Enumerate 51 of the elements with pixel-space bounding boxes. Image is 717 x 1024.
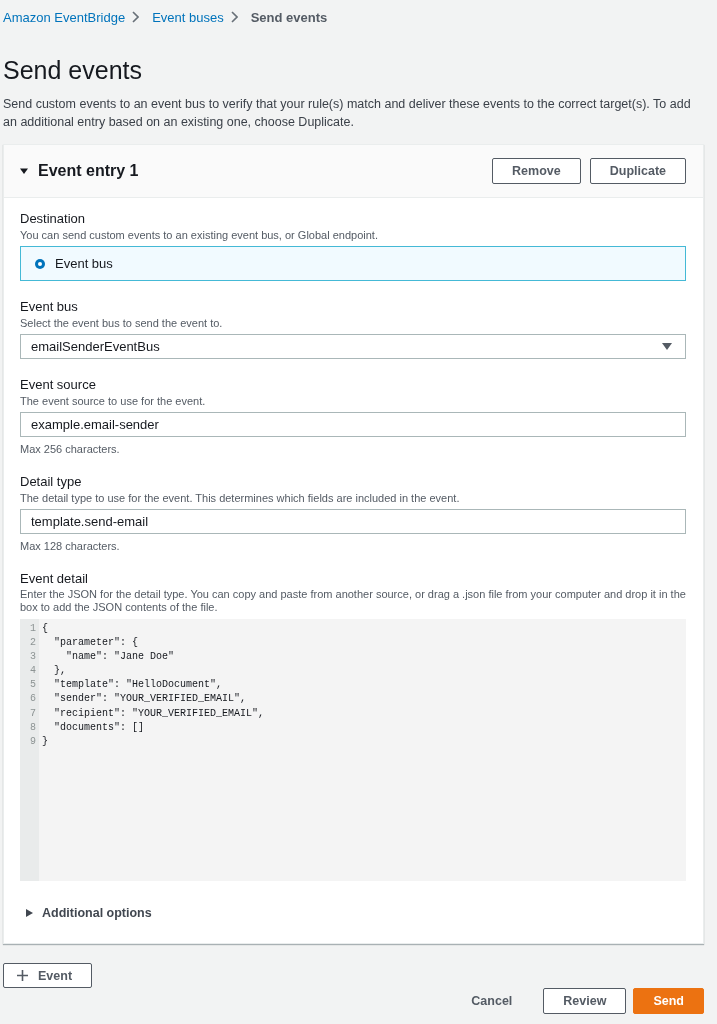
select-field[interactable]: emailSenderEventBus	[20, 334, 686, 359]
field-description: Enter the JSON for the detail type. You can copy and paste from another source, or drag a .json file from your computer and drop it in the box to add the JSON contents of the file.	[20, 588, 686, 614]
action-button[interactable]: Remove	[492, 158, 581, 184]
code-line: "sender": "YOUR_VERIFIED_EMAIL",	[53, 692, 247, 707]
expand-toggle[interactable]: Additional options	[20, 903, 152, 923]
line-number: 5	[30, 678, 36, 693]
field-label: Event detail	[20, 571, 89, 587]
field-description: The event source to use for the event.	[20, 394, 207, 408]
page-title: Send events	[3, 55, 143, 86]
add-event-button[interactable]: Event	[3, 963, 93, 988]
text-field[interactable]: template.send-email	[20, 509, 686, 534]
action-button[interactable]: Duplicate	[589, 158, 686, 184]
expand-toggle[interactable]: Event entry 1	[20, 162, 139, 180]
code-line: "recipient": "YOUR_VERIFIED_EMAIL",	[53, 706, 265, 721]
line-number: 8	[30, 720, 36, 735]
code-line: "name": "Jane Doe"	[65, 650, 175, 665]
field-constraint: Max 256 characters.	[20, 442, 121, 456]
breadcrumb-link[interactable]: Event buses	[152, 9, 224, 25]
chevron-right-icon	[230, 11, 238, 23]
breadcrumb-link[interactable]: Amazon EventBridge	[3, 9, 126, 25]
field-description: The detail type to use for the event. This determines which fields are included in the event.	[20, 491, 461, 505]
field-constraint: Max 128 characters.	[20, 539, 121, 553]
line-number: 7	[30, 706, 36, 721]
code-line: "template": "HelloDocument",	[53, 678, 223, 693]
field-description: You can send custom events to an existing event bus, or Global endpoint.	[20, 228, 379, 242]
line-number: 6	[30, 692, 36, 707]
field-label: Detail type	[20, 474, 83, 490]
field-label: Destination	[20, 211, 87, 227]
code-line: }	[42, 734, 48, 749]
code-line: "documents": []	[53, 720, 145, 735]
text-button[interactable]: Cancel	[455, 988, 529, 1014]
code-line: },	[53, 664, 66, 679]
code-line: {	[42, 622, 48, 636]
code-editor[interactable]: 1 2 3 4 5 6 7 8 9 { "parameter": { "name": "Jane Doe" }, "template": "HelloDocument", "sender": "YOUR_VERIFIED_EMAIL", "recipient": "YOUR_VERIFIED_EMAIL", "documents": [] }	[20, 619, 686, 881]
text-field[interactable]: example.email-sender	[20, 412, 686, 437]
caret-down-icon	[662, 343, 672, 350]
line-number: 9	[30, 734, 36, 749]
radio-option[interactable]: Event bus	[20, 246, 686, 281]
line-number: 3	[30, 650, 36, 665]
code-line: "parameter": {	[53, 636, 138, 651]
chevron-right-icon	[132, 11, 140, 23]
line-number: 2	[30, 636, 36, 651]
field-label: Event source	[20, 377, 97, 393]
line-number: 1	[30, 622, 36, 636]
line-number: 4	[30, 664, 36, 679]
page-description: Send custom events to an event bus to verify that your rule(s) match and deliver these events to the correct target(s). To add an additional entry based on an existing one, choose Duplicate.	[3, 96, 692, 131]
breadcrumb-current: Send events	[250, 9, 328, 25]
plus-icon	[17, 970, 28, 981]
secondary-button[interactable]: Review	[543, 988, 627, 1014]
field-description: Select the event bus to send the event to.	[20, 316, 224, 330]
field-label: Event bus	[20, 299, 79, 315]
